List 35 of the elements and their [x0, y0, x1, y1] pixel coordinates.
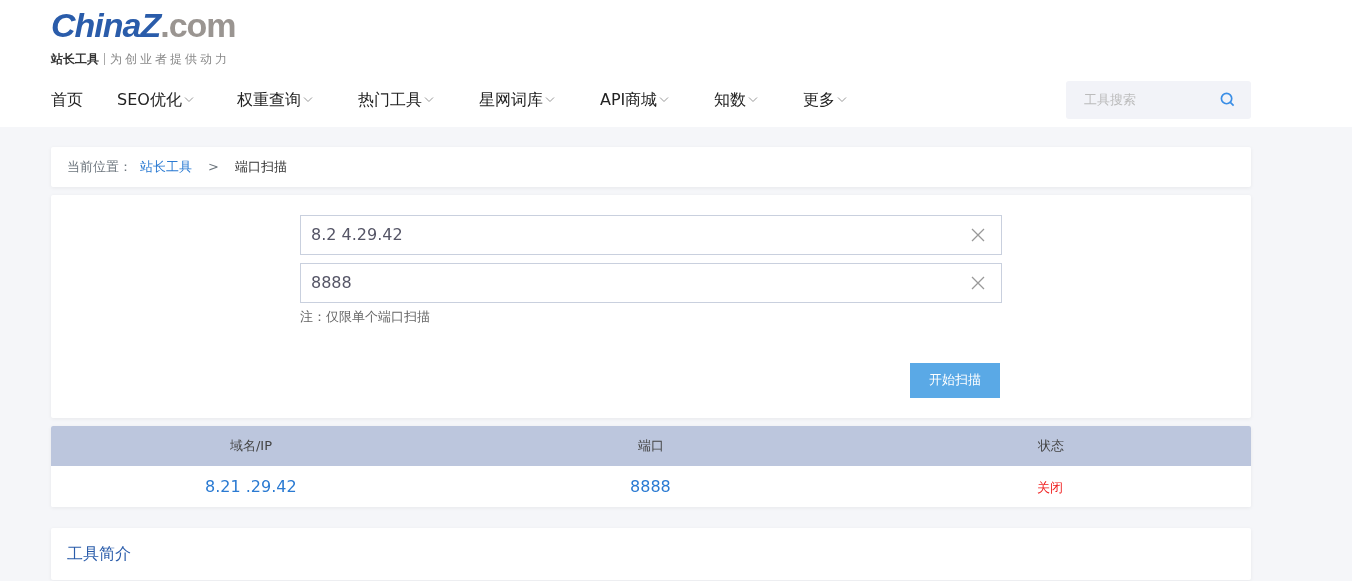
nav-link[interactable]: SEO优化	[117, 87, 237, 112]
logo[interactable]: ChinaZ.com	[51, 8, 1251, 42]
logo-tagline: 站长工具	[51, 51, 99, 68]
nav-link[interactable]: 权重查询	[237, 87, 358, 112]
note-text: 注：仅限单个端口扫描	[300, 309, 430, 324]
caret-icon	[183, 96, 194, 103]
host-box[interactable]: 8.2 4.29.42	[300, 215, 1002, 255]
nav-link[interactable]: 首页	[51, 87, 117, 112]
clear-icon[interactable]	[971, 228, 985, 242]
port-link[interactable]: 8888	[630, 476, 671, 496]
breadcrumb-link[interactable]: 端口扫描	[234, 157, 287, 177]
search-icon[interactable]	[1220, 92, 1235, 107]
host-link[interactable]: 8.21 .29.42	[205, 476, 297, 496]
section-title: 工具简介	[67, 543, 131, 565]
breadcrumb-separator: >	[208, 158, 219, 177]
caret-icon	[748, 96, 758, 103]
caret-icon	[545, 96, 555, 103]
nav-link[interactable]: 热门工具	[358, 87, 479, 112]
caret-icon	[837, 96, 847, 103]
logo-slogan: 为创业者提供动力	[104, 53, 230, 65]
nav-link[interactable]: 星网词库	[479, 87, 600, 112]
port-box[interactable]: 8888	[300, 263, 1002, 303]
nav-link[interactable]: API商城	[600, 87, 714, 112]
caret-icon	[303, 96, 313, 103]
nav-link[interactable]: 知数	[714, 87, 803, 112]
column-header: 端口	[638, 438, 664, 454]
clear-icon[interactable]	[971, 276, 985, 290]
column-header: 域名/IP	[229, 438, 273, 454]
caret-icon	[659, 96, 670, 103]
breadcrumb-link[interactable]: 站长工具	[140, 157, 192, 177]
caret-icon	[424, 96, 434, 103]
status-text: 关闭	[1037, 479, 1063, 495]
nav-link[interactable]: 更多	[803, 87, 883, 112]
breadcrumb-label: 当前位置：	[67, 158, 132, 177]
column-header: 状态	[1038, 438, 1064, 454]
